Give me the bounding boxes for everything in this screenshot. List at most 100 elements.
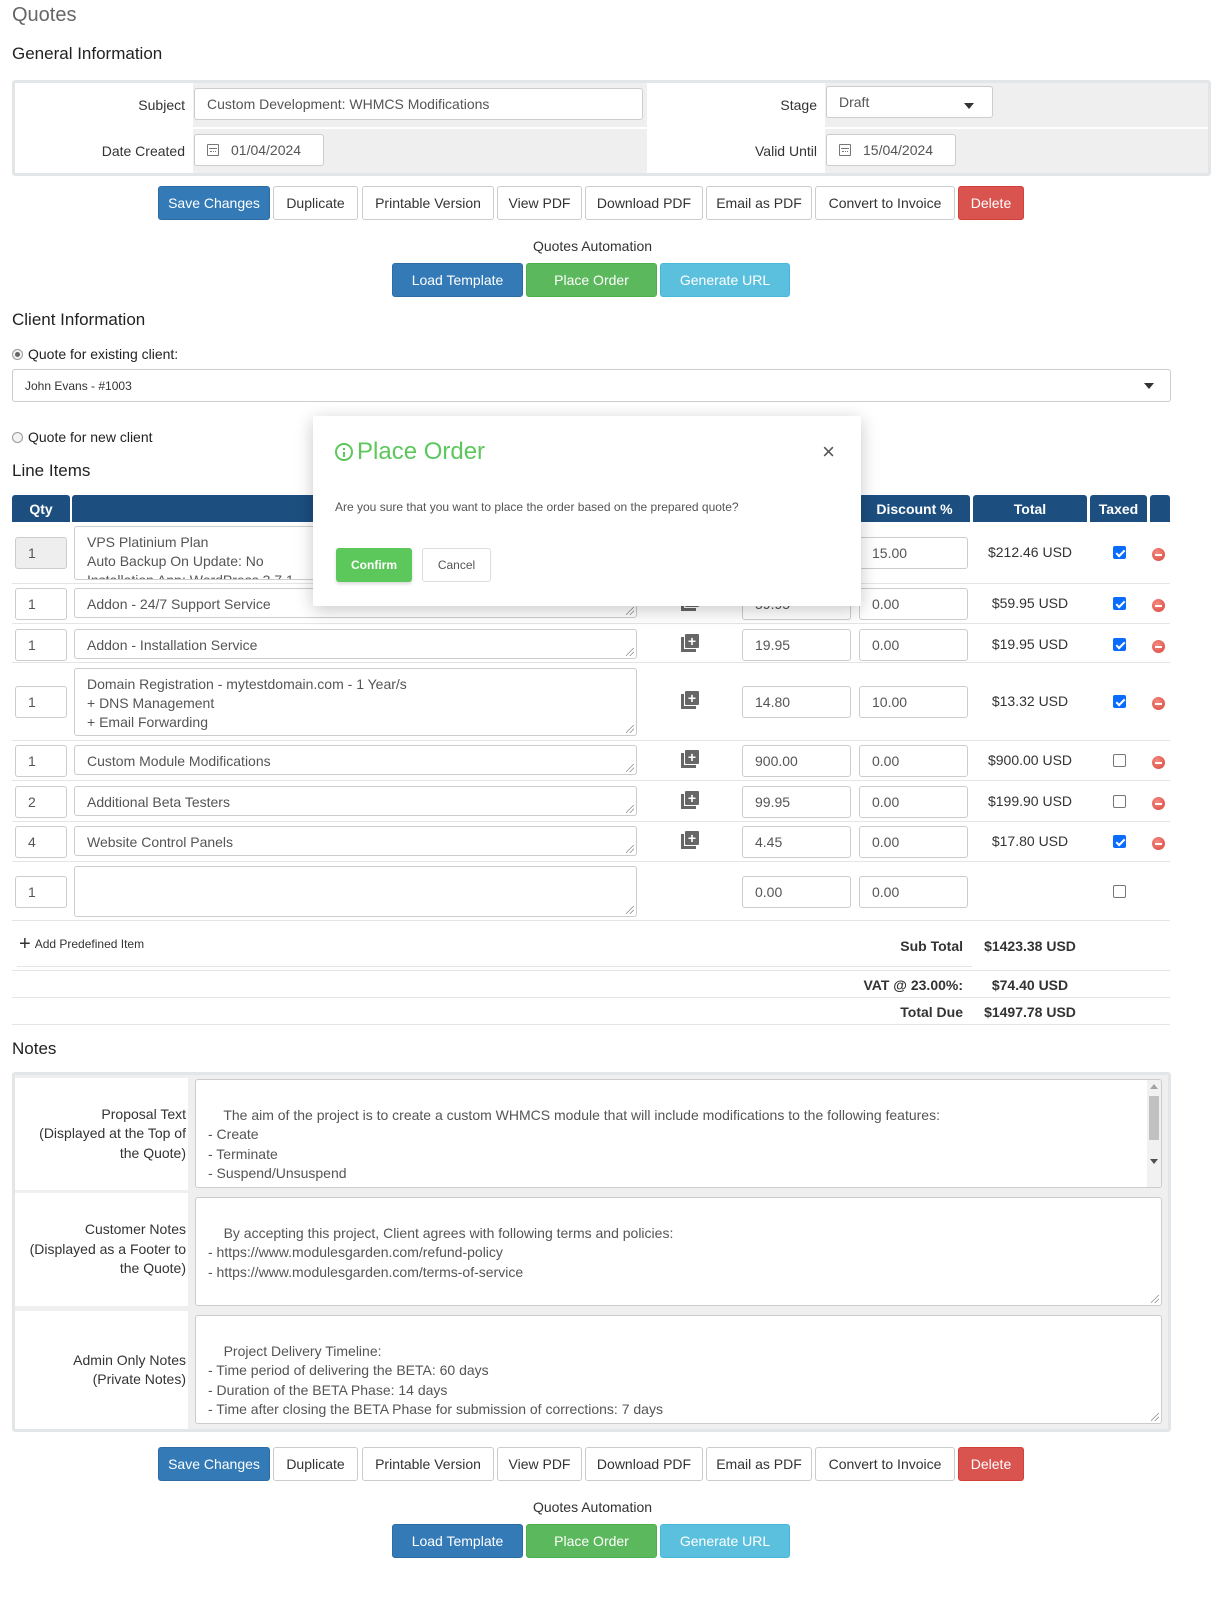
place-order-button[interactable]: Place Order bbox=[526, 263, 657, 297]
discount-input[interactable]: 0.00 bbox=[859, 745, 968, 777]
duplicate-button-bottom[interactable]: Duplicate bbox=[273, 1447, 358, 1481]
taxed-checkbox[interactable] bbox=[1113, 597, 1126, 610]
remove-item-icon[interactable] bbox=[1152, 548, 1165, 561]
email-as-pdf-button[interactable]: Email as PDF bbox=[706, 186, 812, 220]
admin-notes-textarea[interactable]: Project Delivery Timeline: - Time period… bbox=[195, 1315, 1162, 1424]
price-input[interactable]: 99.95 bbox=[742, 786, 851, 818]
resize-handle-icon[interactable] bbox=[1151, 1295, 1159, 1303]
view-pdf-button[interactable]: View PDF bbox=[497, 186, 582, 220]
taxed-checkbox[interactable] bbox=[1113, 835, 1126, 848]
resize-handle-icon[interactable] bbox=[626, 648, 634, 656]
client-select[interactable]: John Evans - #1003 bbox=[12, 369, 1171, 402]
discount-input[interactable]: 10.00 bbox=[859, 686, 968, 718]
duplicate-item-icon[interactable]: + bbox=[681, 750, 699, 768]
resize-handle-icon[interactable] bbox=[626, 845, 634, 853]
download-pdf-button-bottom[interactable]: Download PDF bbox=[585, 1447, 703, 1481]
resize-handle-icon[interactable] bbox=[626, 725, 634, 733]
description-textarea[interactable]: Website Control Panels bbox=[74, 826, 637, 856]
taxed-checkbox[interactable] bbox=[1113, 695, 1126, 708]
remove-item-icon[interactable] bbox=[1152, 837, 1165, 850]
date-created-input[interactable]: 01/04/2024 bbox=[194, 134, 324, 166]
description-textarea[interactable]: Custom Module Modifications bbox=[74, 745, 637, 775]
resize-handle-icon[interactable] bbox=[626, 805, 634, 813]
resize-handle-icon[interactable] bbox=[1151, 1413, 1159, 1421]
download-pdf-button[interactable]: Download PDF bbox=[585, 186, 703, 220]
duplicate-item-icon[interactable]: + bbox=[681, 691, 699, 709]
proposal-text-textarea[interactable]: The aim of the project is to create a cu… bbox=[195, 1079, 1162, 1188]
description-textarea[interactable] bbox=[74, 866, 637, 917]
taxed-checkbox[interactable] bbox=[1113, 885, 1126, 898]
cancel-button[interactable]: Cancel bbox=[422, 548, 491, 582]
discount-input[interactable]: 15.00 bbox=[859, 537, 968, 569]
save-changes-button[interactable]: Save Changes bbox=[158, 186, 270, 220]
qty-input[interactable]: 1 bbox=[15, 745, 67, 777]
qty-input[interactable]: 1 bbox=[15, 876, 67, 908]
taxed-checkbox[interactable] bbox=[1113, 546, 1126, 559]
qty-input[interactable]: 1 bbox=[15, 686, 67, 718]
resize-handle-icon[interactable] bbox=[626, 906, 634, 914]
existing-client-radio[interactable] bbox=[12, 349, 23, 360]
qty-input[interactable]: 4 bbox=[15, 826, 67, 858]
load-template-button-bottom[interactable]: Load Template bbox=[392, 1524, 523, 1558]
duplicate-item-icon[interactable]: + bbox=[681, 791, 699, 809]
scroll-thumb[interactable] bbox=[1149, 1096, 1159, 1140]
scroll-down-icon[interactable] bbox=[1150, 1159, 1158, 1164]
qty-input[interactable]: 1 bbox=[15, 588, 67, 620]
generate-url-button-bottom[interactable]: Generate URL bbox=[660, 1524, 790, 1558]
new-client-radio[interactable] bbox=[12, 432, 23, 443]
description-textarea[interactable]: Additional Beta Testers bbox=[74, 786, 637, 816]
existing-client-option[interactable]: Quote for existing client: bbox=[12, 346, 178, 362]
save-changes-button-bottom[interactable]: Save Changes bbox=[158, 1447, 270, 1481]
customer-notes-textarea[interactable]: By accepting this project, Client agrees… bbox=[195, 1197, 1162, 1306]
convert-to-invoice-button[interactable]: Convert to Invoice bbox=[815, 186, 955, 220]
description-textarea[interactable]: Domain Registration - mytestdomain.com -… bbox=[74, 668, 637, 736]
remove-item-icon[interactable] bbox=[1152, 797, 1165, 810]
price-input[interactable]: 0.00 bbox=[742, 876, 851, 908]
qty-input[interactable]: 2 bbox=[15, 786, 67, 818]
stage-select[interactable]: Draft bbox=[826, 86, 993, 118]
line-items-heading: Line Items bbox=[12, 461, 91, 480]
valid-until-input[interactable]: 15/04/2024 bbox=[826, 134, 956, 166]
close-icon[interactable]: × bbox=[822, 441, 835, 463]
remove-item-icon[interactable] bbox=[1152, 697, 1165, 710]
remove-item-icon[interactable] bbox=[1152, 640, 1165, 653]
discount-input[interactable]: 0.00 bbox=[859, 786, 968, 818]
price-input[interactable]: 900.00 bbox=[742, 745, 851, 777]
description-textarea[interactable]: Addon - Installation Service bbox=[74, 629, 637, 659]
subject-input[interactable]: Custom Development: WHMCS Modifications bbox=[194, 88, 643, 120]
price-input[interactable]: 19.95 bbox=[742, 629, 851, 661]
printable-version-button-bottom[interactable]: Printable Version bbox=[362, 1447, 494, 1481]
remove-item-icon[interactable] bbox=[1152, 756, 1165, 769]
email-as-pdf-button-bottom[interactable]: Email as PDF bbox=[706, 1447, 812, 1481]
resize-handle-icon[interactable] bbox=[626, 764, 634, 772]
remove-item-icon[interactable] bbox=[1152, 599, 1165, 612]
discount-input[interactable]: 0.00 bbox=[859, 629, 968, 661]
taxed-checkbox[interactable] bbox=[1113, 638, 1126, 651]
taxed-checkbox[interactable] bbox=[1113, 795, 1126, 808]
scroll-up-icon[interactable] bbox=[1150, 1084, 1158, 1089]
view-pdf-button-bottom[interactable]: View PDF bbox=[497, 1447, 582, 1481]
qty-input[interactable]: 1 bbox=[15, 537, 67, 569]
add-predefined-item-link[interactable]: + Add Predefined Item bbox=[19, 934, 144, 954]
taxed-checkbox[interactable] bbox=[1113, 754, 1126, 767]
generate-url-button[interactable]: Generate URL bbox=[660, 263, 790, 297]
place-order-button-bottom[interactable]: Place Order bbox=[526, 1524, 657, 1558]
resize-handle-icon[interactable] bbox=[626, 607, 634, 615]
discount-input[interactable]: 0.00 bbox=[859, 826, 968, 858]
printable-version-button[interactable]: Printable Version bbox=[362, 186, 494, 220]
new-client-option[interactable]: Quote for new client bbox=[12, 429, 153, 445]
delete-button-bottom[interactable]: Delete bbox=[958, 1447, 1024, 1481]
duplicate-item-icon[interactable]: + bbox=[681, 831, 699, 849]
load-template-button[interactable]: Load Template bbox=[392, 263, 523, 297]
duplicate-button[interactable]: Duplicate bbox=[273, 186, 358, 220]
delete-button[interactable]: Delete bbox=[958, 186, 1024, 220]
discount-input[interactable]: 0.00 bbox=[859, 588, 968, 620]
qty-input[interactable]: 1 bbox=[15, 629, 67, 661]
duplicate-item-icon[interactable]: + bbox=[681, 634, 699, 652]
discount-input[interactable]: 0.00 bbox=[859, 876, 968, 908]
proposal-scrollbar[interactable] bbox=[1147, 1080, 1161, 1187]
price-input[interactable]: 14.80 bbox=[742, 686, 851, 718]
convert-to-invoice-button-bottom[interactable]: Convert to Invoice bbox=[815, 1447, 955, 1481]
confirm-button[interactable]: Confirm bbox=[336, 548, 412, 582]
price-input[interactable]: 4.45 bbox=[742, 826, 851, 858]
